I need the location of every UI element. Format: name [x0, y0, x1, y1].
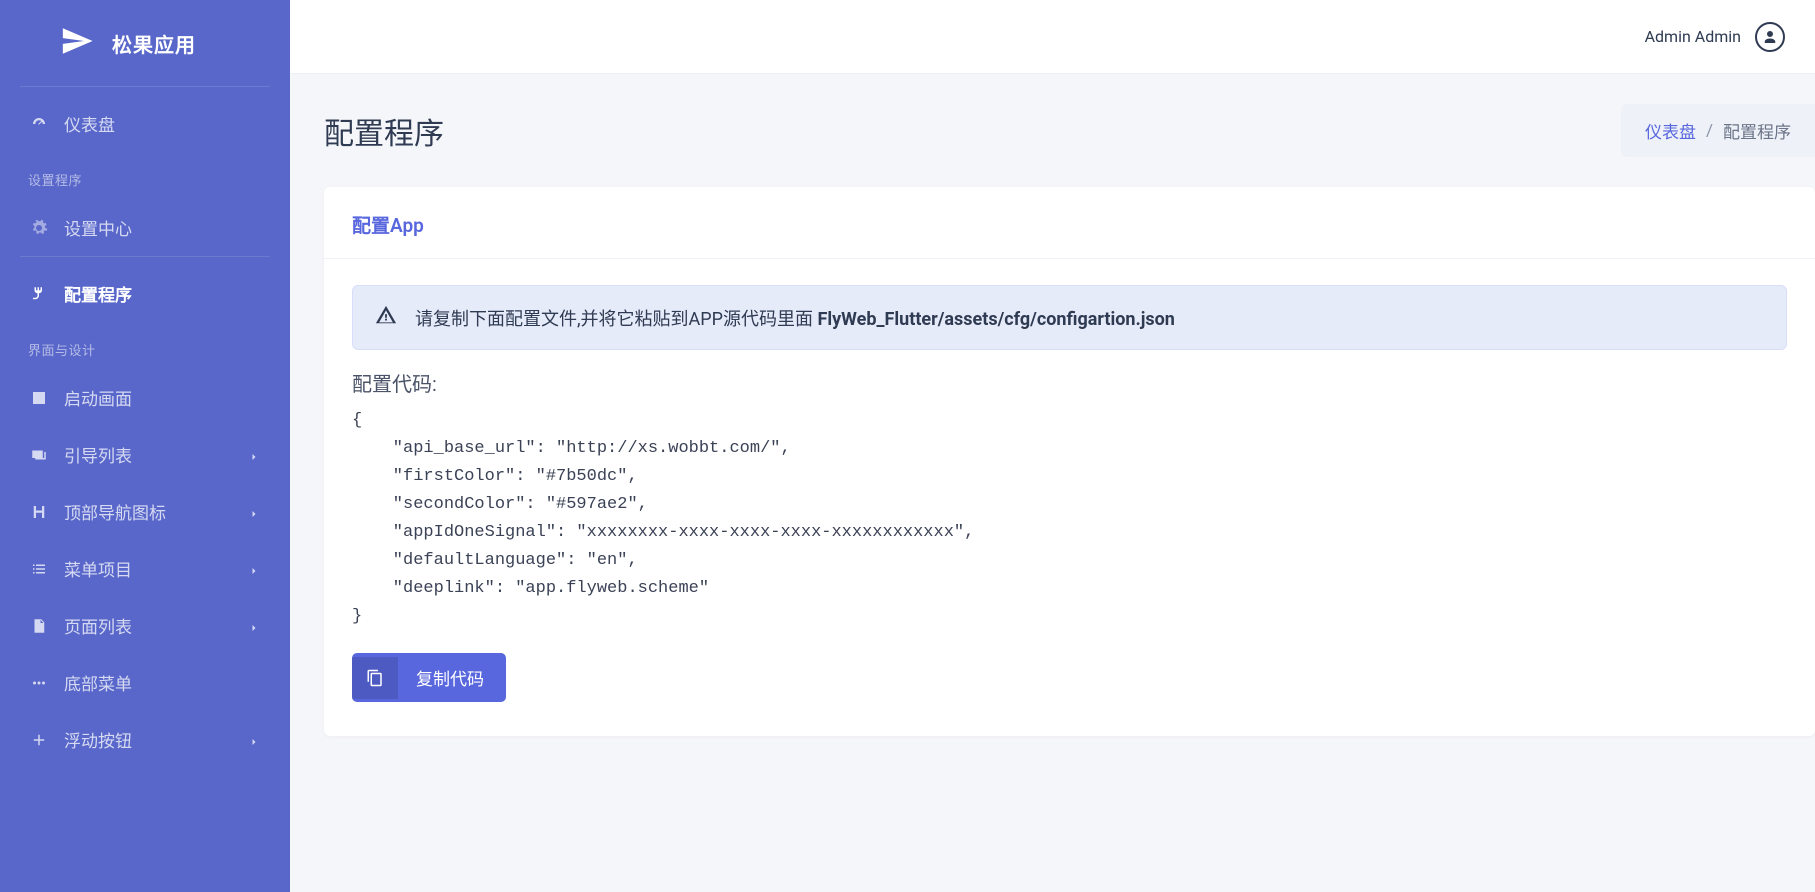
divider: [20, 86, 270, 87]
sidebar-item-label: 顶部导航图标: [64, 499, 248, 524]
card-body: 请复制下面配置文件,并将它粘贴到APP源代码里面 FlyWeb_Flutter/…: [324, 259, 1815, 702]
sidebar-section-ui: 界面与设计: [0, 322, 290, 369]
chevron-right-icon: [248, 448, 262, 462]
breadcrumb: 仪表盘 / 配置程序: [1621, 104, 1815, 157]
chevron-right-icon: [248, 505, 262, 519]
sidebar-item-dashboard[interactable]: 仪表盘: [0, 95, 290, 152]
info-alert: 请复制下面配置文件,并将它粘贴到APP源代码里面 FlyWeb_Flutter/…: [352, 285, 1787, 350]
sidebar-item-bottom-menu[interactable]: 底部菜单: [0, 654, 290, 711]
pages-icon: [28, 615, 50, 637]
sidebar-item-guide-list[interactable]: 引导列表: [0, 426, 290, 483]
breadcrumb-separator: /: [1706, 121, 1713, 141]
sidebar-item-label: 引导列表: [64, 442, 248, 467]
slides-icon: [28, 444, 50, 466]
list-icon: [28, 558, 50, 580]
config-card: 配置App 请复制下面配置文件,并将它粘贴到APP源代码里面 FlyWeb_Fl…: [324, 187, 1815, 736]
page-title: 配置程序: [324, 109, 444, 153]
sidebar-item-label: 浮动按钮: [64, 727, 248, 752]
sidebar-item-page-list[interactable]: 页面列表: [0, 597, 290, 654]
sidebar: 松果应用 仪表盘 设置程序 设置中心 配置程序 界面与设计 启动画面 引导列表: [0, 0, 290, 892]
gears-icon: [28, 217, 50, 239]
plus-icon: [28, 729, 50, 751]
sidebar-item-label: 启动画面: [64, 385, 262, 410]
copy-button-label: 复制代码: [398, 653, 506, 702]
dashboard-icon: [28, 113, 50, 135]
alert-text: 请复制下面配置文件,并将它粘贴到APP源代码里面 FlyWeb_Flutter/…: [415, 305, 1175, 331]
card-header: 配置App: [324, 187, 1815, 259]
sidebar-item-splash[interactable]: 启动画面: [0, 369, 290, 426]
avatar-icon: [1755, 22, 1785, 52]
brand[interactable]: 松果应用: [0, 6, 290, 86]
alert-path: FlyWeb_Flutter/assets/cfg/configartion.j…: [817, 309, 1174, 330]
user-menu[interactable]: Admin Admin: [1645, 22, 1785, 52]
sidebar-item-label: 页面列表: [64, 613, 248, 638]
config-code: { "api_base_url": "http://xs.wobbt.com/"…: [352, 407, 1787, 631]
sidebar-item-config-program[interactable]: 配置程序: [0, 265, 290, 322]
sidebar-item-label: 菜单项目: [64, 556, 248, 581]
sidebar-item-settings-center[interactable]: 设置中心: [0, 199, 290, 256]
username: Admin Admin: [1645, 27, 1741, 46]
sidebar-item-label: 仪表盘: [64, 111, 262, 136]
breadcrumb-root[interactable]: 仪表盘: [1645, 118, 1696, 143]
alert-text-prefix: 请复制下面配置文件,并将它粘贴到APP源代码里面: [415, 309, 817, 330]
sidebar-item-label: 配置程序: [64, 281, 262, 306]
sidebar-item-label: 底部菜单: [64, 670, 262, 695]
sidebar-item-top-nav-icon[interactable]: 顶部导航图标: [0, 483, 290, 540]
plug-icon: [28, 283, 50, 305]
chevron-right-icon: [248, 619, 262, 633]
topbar: Admin Admin: [290, 0, 1815, 74]
sidebar-section-setup: 设置程序: [0, 152, 290, 199]
chevron-right-icon: [248, 562, 262, 576]
card-title: 配置App: [352, 211, 1787, 238]
sidebar-item-menu-items[interactable]: 菜单项目: [0, 540, 290, 597]
sidebar-item-label: 设置中心: [64, 215, 262, 240]
main: Admin Admin 配置程序 仪表盘 / 配置程序 配置App: [290, 0, 1815, 892]
copy-icon: [352, 657, 398, 699]
heading-icon: [28, 501, 50, 523]
ellipsis-icon: [28, 672, 50, 694]
sidebar-item-float-button[interactable]: 浮动按钮: [0, 711, 290, 768]
breadcrumb-current: 配置程序: [1723, 118, 1791, 143]
page-header: 配置程序 仪表盘 / 配置程序: [290, 74, 1815, 187]
image-icon: [28, 387, 50, 409]
warning-icon: [375, 304, 397, 331]
paper-plane-icon: [60, 24, 94, 62]
code-label: 配置代码:: [352, 368, 1787, 397]
copy-code-button[interactable]: 复制代码: [352, 653, 506, 702]
chevron-right-icon: [248, 733, 262, 747]
divider: [20, 256, 270, 257]
brand-name: 松果应用: [112, 29, 196, 58]
